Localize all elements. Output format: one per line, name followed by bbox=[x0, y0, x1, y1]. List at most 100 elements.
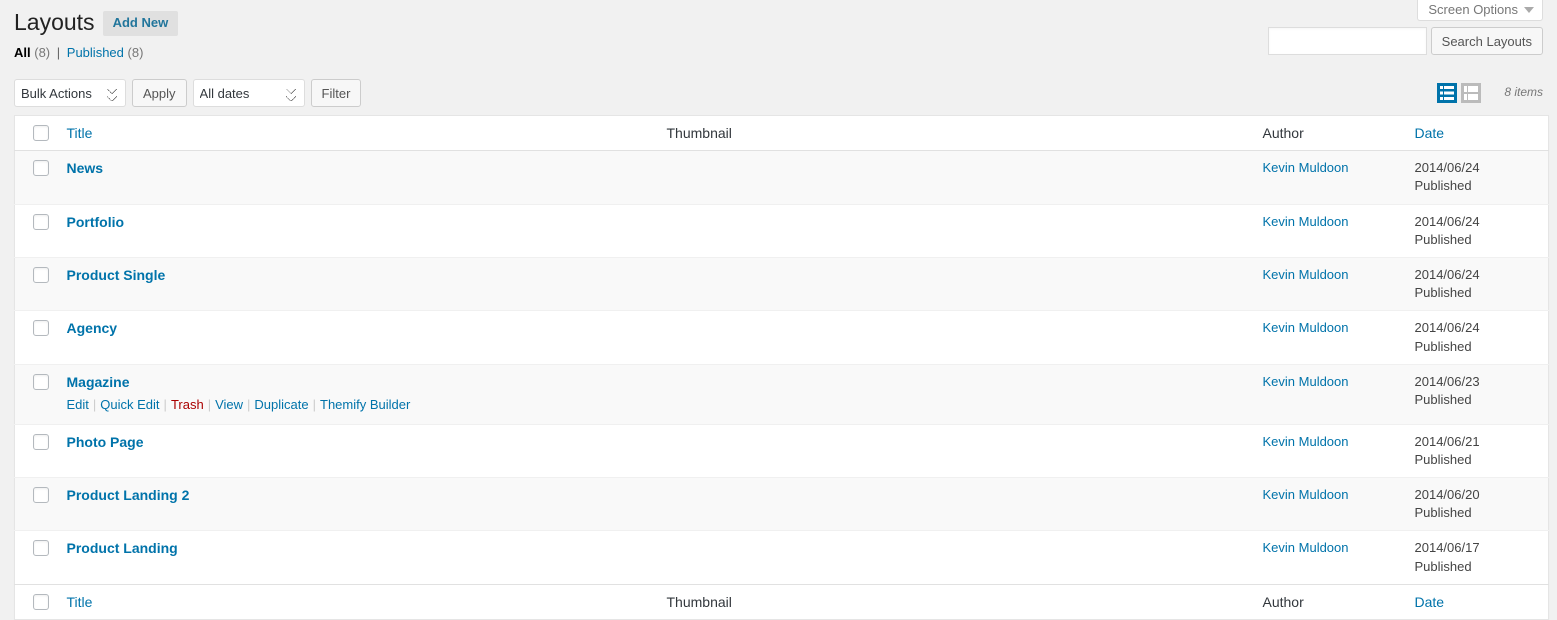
row-date-value: 2014/06/24 bbox=[1414, 320, 1480, 336]
row-select-cell bbox=[14, 203, 57, 258]
status-link-published[interactable]: Published bbox=[67, 45, 124, 60]
view-switch bbox=[1437, 83, 1481, 103]
search-input[interactable] bbox=[1267, 27, 1427, 55]
column-header-thumbnail: Thumbnail bbox=[656, 115, 1253, 152]
row-date-value: 2014/06/23 bbox=[1414, 373, 1480, 389]
row-author-cell: Kevin Muldoon bbox=[1252, 530, 1405, 585]
row-author-link[interactable]: Kevin Muldoon bbox=[1263, 434, 1349, 449]
row-status-value: Published bbox=[1414, 558, 1472, 574]
row-action-separator: | bbox=[92, 396, 97, 412]
row-author-link[interactable]: Kevin Muldoon bbox=[1263, 320, 1349, 335]
row-title-link[interactable]: Photo Page bbox=[67, 433, 144, 451]
status-links: All (8) | Published (8) bbox=[14, 43, 143, 63]
table-row[interactable]: News Kevin Muldoon 2014/06/24 Published bbox=[14, 150, 1549, 205]
table-head: Title Thumbnail Author Date bbox=[14, 115, 1549, 152]
row-title-link[interactable]: Product Single bbox=[67, 266, 166, 284]
row-date-cell: 2014/06/21 Published bbox=[1404, 423, 1549, 478]
row-title-link[interactable]: Product Landing bbox=[67, 539, 178, 557]
search-box: Search Layouts bbox=[1267, 27, 1543, 55]
layouts-table: Title Thumbnail Author Date News Kevin Mu… bbox=[14, 115, 1549, 620]
status-count-all: (8) bbox=[34, 45, 51, 60]
row-title-link[interactable]: Product Landing 2 bbox=[67, 486, 190, 504]
row-author-link[interactable]: Kevin Muldoon bbox=[1263, 160, 1349, 175]
row-select-cell bbox=[14, 363, 57, 425]
select-all-checkbox-bottom[interactable] bbox=[33, 593, 49, 610]
bulk-actions-select-top[interactable]: Bulk Actions bbox=[14, 79, 126, 107]
row-thumbnail-cell bbox=[656, 477, 1253, 531]
row-title-link[interactable]: Agency bbox=[67, 319, 118, 337]
select-all-checkbox-top[interactable] bbox=[33, 125, 49, 141]
row-date-value: 2014/06/24 bbox=[1414, 266, 1480, 282]
row-action-duplicate[interactable]: Duplicate bbox=[254, 397, 308, 412]
row-select-checkbox[interactable] bbox=[33, 266, 49, 283]
table-row[interactable]: Magazine Edit | Quick Edit | Trash | View | Dupli… bbox=[14, 363, 1549, 425]
column-footer-thumbnail: Thumbnail bbox=[656, 583, 1253, 620]
row-select-cell bbox=[14, 477, 57, 531]
row-title-cell: Product Landing 2 bbox=[56, 477, 657, 531]
status-link-all[interactable]: All bbox=[14, 45, 31, 60]
row-action-themify-builder[interactable]: Themify Builder bbox=[320, 397, 410, 412]
row-action-view[interactable]: View bbox=[215, 397, 243, 412]
tablenav-top: Bulk Actions Apply All dates Filter 8 it… bbox=[14, 79, 1543, 111]
table-header-row: Title Thumbnail Author Date bbox=[14, 115, 1549, 152]
row-title-cell: News bbox=[56, 150, 657, 205]
row-action-quick-edit[interactable]: Quick Edit bbox=[100, 397, 159, 412]
row-date-value: 2014/06/20 bbox=[1414, 487, 1480, 503]
search-submit-button[interactable]: Search Layouts bbox=[1430, 27, 1543, 55]
row-author-link[interactable]: Kevin Muldoon bbox=[1263, 214, 1349, 229]
apply-button-top[interactable]: Apply bbox=[132, 79, 187, 107]
row-title-cell: Product Landing bbox=[56, 530, 657, 585]
row-thumbnail-cell bbox=[656, 203, 1253, 258]
table-row[interactable]: Product Landing Kevin Muldoon 2014/06/17 Pu… bbox=[14, 530, 1549, 585]
list-view-icon[interactable] bbox=[1437, 83, 1457, 103]
column-footer-date: Date bbox=[1404, 583, 1549, 620]
row-select-checkbox[interactable] bbox=[33, 320, 49, 337]
row-action-edit[interactable]: Edit bbox=[67, 397, 89, 412]
row-status-value: Published bbox=[1414, 178, 1472, 194]
row-title-link[interactable]: News bbox=[67, 159, 104, 177]
row-author-link[interactable]: Kevin Muldoon bbox=[1263, 374, 1349, 389]
sort-date-link-top[interactable]: Date bbox=[1415, 125, 1445, 141]
row-title-link[interactable]: Magazine bbox=[67, 373, 130, 391]
table-row[interactable]: Product Single Kevin Muldoon 2014/06/24 Pub… bbox=[14, 256, 1549, 311]
row-author-cell: Kevin Muldoon bbox=[1252, 203, 1405, 258]
sort-date-link-bottom[interactable]: Date bbox=[1415, 594, 1445, 610]
select-all-header bbox=[14, 115, 57, 152]
date-filter-select[interactable]: All dates bbox=[192, 79, 305, 107]
row-date-value: 2014/06/24 bbox=[1414, 160, 1480, 176]
row-thumbnail-cell bbox=[656, 363, 1253, 425]
excerpt-view-icon[interactable] bbox=[1461, 83, 1481, 103]
row-select-checkbox[interactable] bbox=[33, 487, 49, 504]
row-author-link[interactable]: Kevin Muldoon bbox=[1263, 267, 1349, 282]
table-row[interactable]: Photo Page Kevin Muldoon 2014/06/21 Publish… bbox=[14, 423, 1549, 478]
add-new-button[interactable]: Add New bbox=[102, 11, 179, 36]
page-wrap: Layouts Add New All (8) | Published (8) … bbox=[0, 0, 1557, 620]
sort-title-link-top[interactable]: Title bbox=[67, 125, 93, 141]
row-action-separator: | bbox=[163, 396, 167, 412]
row-select-checkbox[interactable] bbox=[33, 433, 49, 450]
filter-button[interactable]: Filter bbox=[310, 79, 362, 107]
table-row[interactable]: Agency Kevin Muldoon 2014/06/24 Published bbox=[14, 310, 1549, 365]
sort-title-link-bottom[interactable]: Title bbox=[67, 594, 93, 610]
row-author-link[interactable]: Kevin Muldoon bbox=[1263, 487, 1349, 502]
row-author-cell: Kevin Muldoon bbox=[1252, 477, 1405, 531]
table-footer-row: Title Thumbnail Author Date bbox=[14, 583, 1549, 620]
row-select-checkbox[interactable] bbox=[33, 213, 49, 230]
row-author-link[interactable]: Kevin Muldoon bbox=[1263, 540, 1349, 555]
row-author-cell: Kevin Muldoon bbox=[1252, 363, 1405, 425]
row-author-cell: Kevin Muldoon bbox=[1252, 256, 1405, 311]
table-foot: Title Thumbnail Author Date bbox=[14, 583, 1549, 620]
row-title-cell: Magazine Edit | Quick Edit | Trash | View | Dupli… bbox=[56, 363, 657, 425]
table-row[interactable]: Portfolio Kevin Muldoon 2014/06/24 Publishe… bbox=[14, 203, 1549, 258]
row-date-cell: 2014/06/23 Published bbox=[1404, 363, 1549, 425]
row-select-checkbox[interactable] bbox=[33, 160, 49, 177]
status-link-published-item: Published (8) bbox=[67, 45, 144, 60]
row-action-trash[interactable]: Trash bbox=[171, 397, 204, 412]
table-row[interactable]: Product Landing 2 Kevin Muldoon 2014/06/20… bbox=[14, 477, 1549, 531]
row-select-checkbox[interactable] bbox=[33, 540, 49, 557]
row-select-checkbox[interactable] bbox=[33, 373, 49, 390]
row-select-cell bbox=[14, 530, 57, 585]
row-title-link[interactable]: Portfolio bbox=[67, 213, 125, 231]
column-header-title: Title bbox=[56, 115, 657, 152]
row-title-cell: Photo Page bbox=[56, 423, 657, 478]
